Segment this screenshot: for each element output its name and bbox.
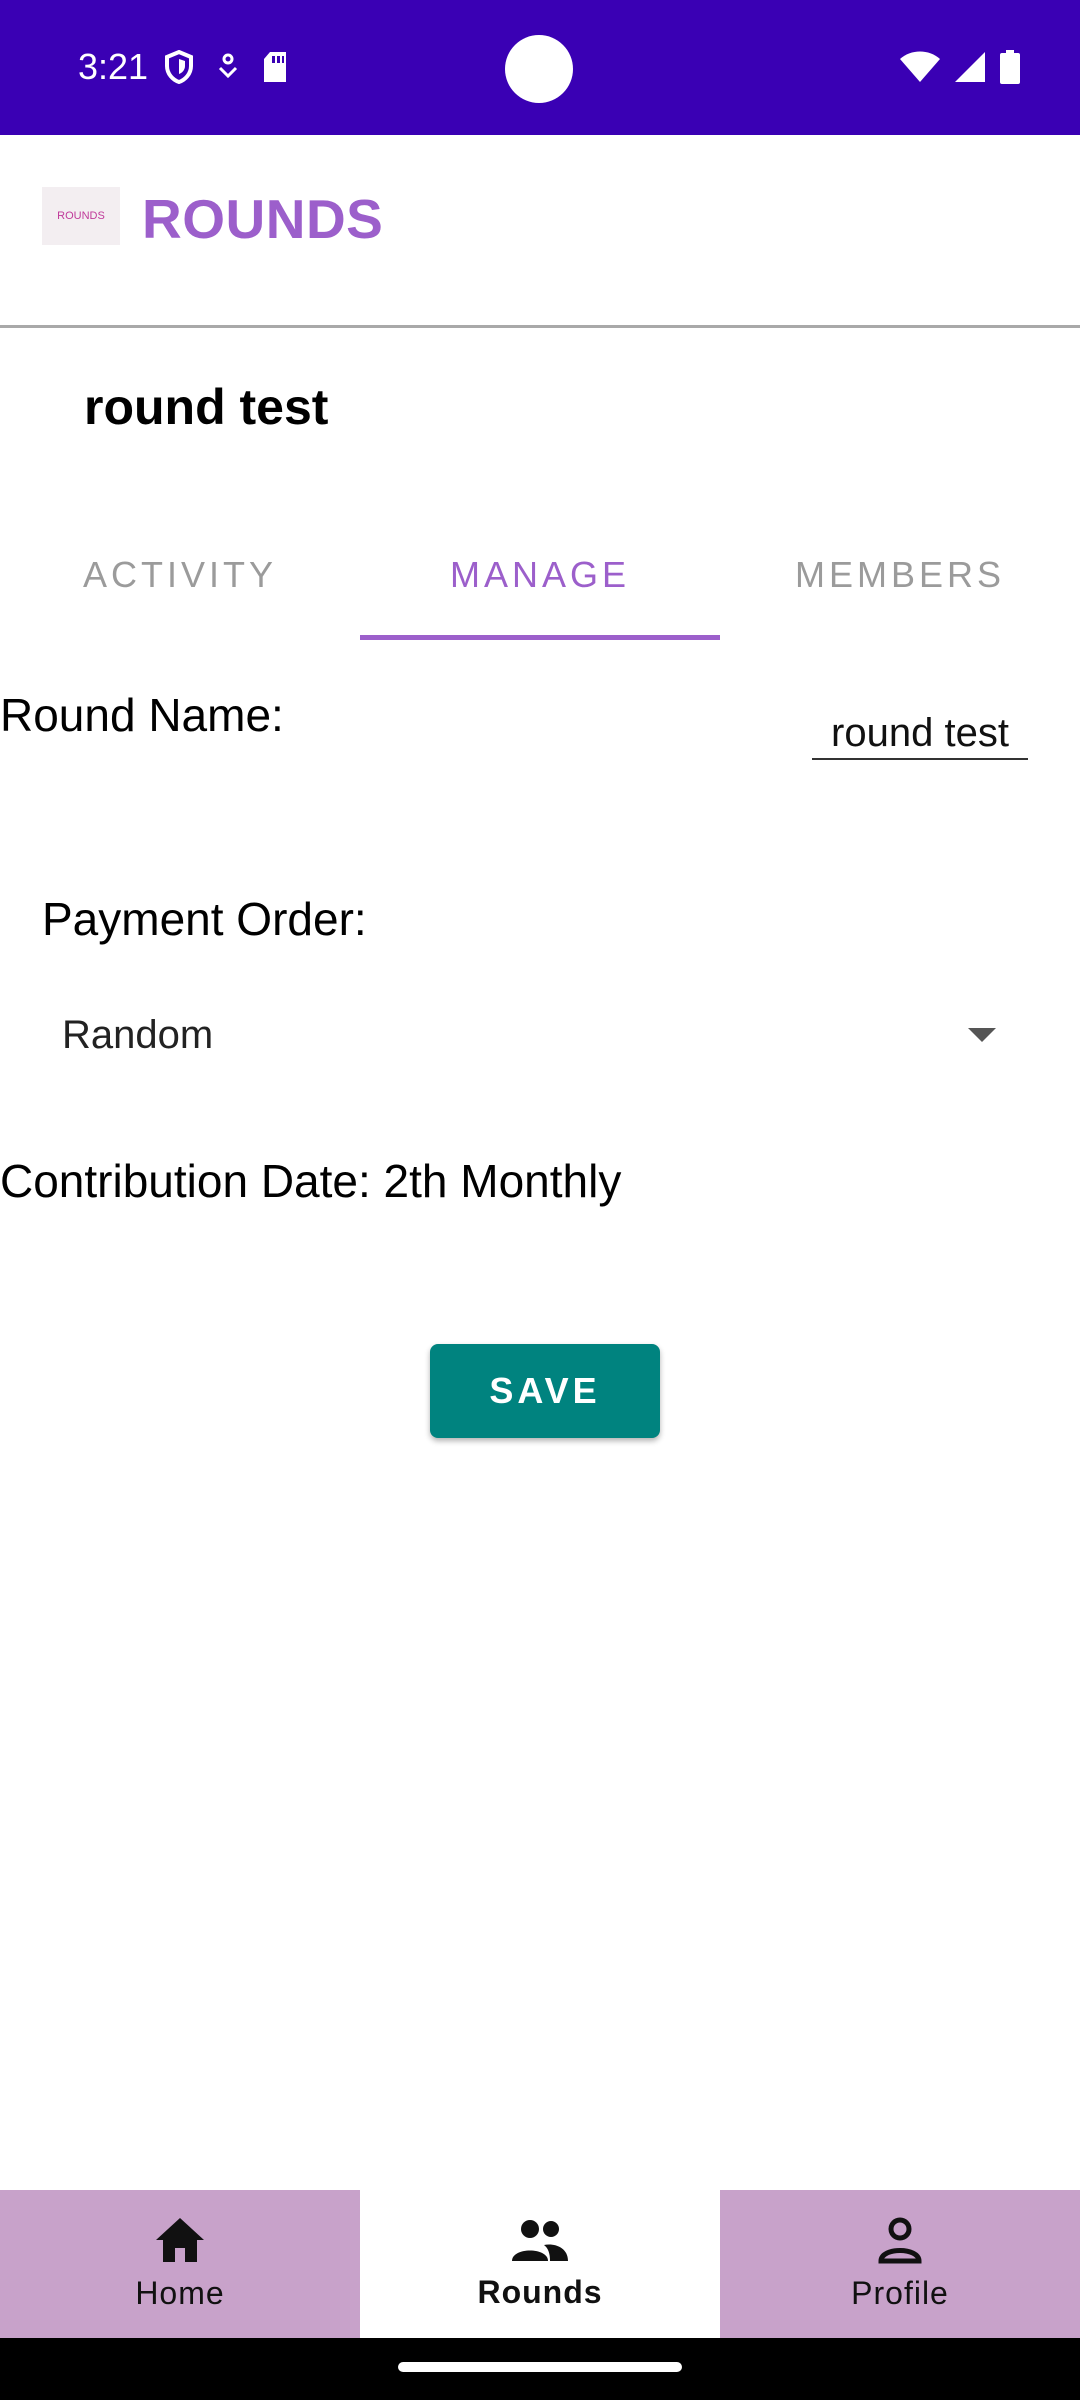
round-name-input[interactable]	[812, 708, 1028, 760]
payment-order-value: Random	[62, 1012, 214, 1057]
round-title: round test	[84, 379, 329, 435]
nav-item-home[interactable]: Home	[0, 2190, 360, 2338]
nav-label-profile: Profile	[851, 2275, 949, 2311]
app-title: ROUNDS	[142, 188, 384, 250]
camera-cutout	[505, 35, 573, 103]
contribution-date-text: Contribution Date: 2th Monthly	[0, 1155, 622, 1207]
nav-item-profile[interactable]: Profile	[720, 2190, 1080, 2338]
status-time: 3:21	[78, 46, 149, 87]
save-button[interactable]: SAVE	[430, 1344, 660, 1438]
battery-icon	[1000, 50, 1020, 89]
system-gesture-bar	[0, 2338, 1080, 2400]
app-bar: ROUNDS ROUNDS	[0, 135, 1080, 325]
round-name-label: Round Name:	[0, 689, 284, 741]
tab-manage[interactable]: MANAGE	[360, 520, 720, 640]
gesture-handle[interactable]	[398, 2362, 682, 2372]
group-icon	[510, 2217, 570, 2268]
bottom-navigation: Home Rounds Profile	[0, 2190, 1080, 2338]
logo-text: ROUNDS	[57, 210, 105, 222]
sd-card-icon	[262, 51, 288, 88]
dropdown-arrow-icon	[968, 1028, 996, 1042]
nav-label-rounds: Rounds	[477, 2274, 603, 2310]
wifi-icon	[900, 51, 940, 88]
signal-icon	[954, 51, 986, 88]
payment-order-dropdown[interactable]: Random	[42, 990, 1022, 1080]
payment-order-label: Payment Order:	[42, 893, 367, 945]
status-icons-right	[900, 50, 1020, 89]
home-icon	[154, 2216, 206, 2269]
status-icons-left	[164, 49, 288, 89]
nav-label-home: Home	[135, 2275, 225, 2311]
tab-members[interactable]: MEMBERS	[720, 520, 1080, 640]
download-icon	[216, 52, 240, 87]
nav-item-rounds[interactable]: Rounds	[360, 2190, 720, 2338]
app-bar-divider	[0, 325, 1080, 328]
person-icon	[876, 2216, 924, 2269]
status-bar: 3:21	[0, 0, 1080, 135]
tab-activity[interactable]: ACTIVITY	[0, 520, 360, 640]
tab-bar: ACTIVITY MANAGE MEMBERS	[0, 520, 1080, 640]
app-logo: ROUNDS	[42, 187, 120, 245]
shield-icon	[164, 49, 194, 89]
